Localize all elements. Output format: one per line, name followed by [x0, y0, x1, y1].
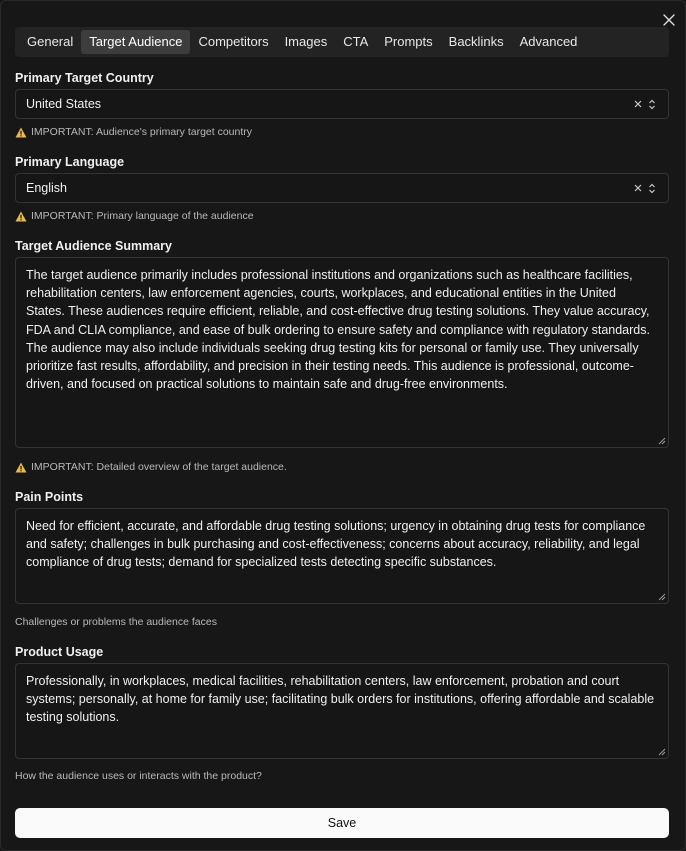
tab-general[interactable]: General [19, 30, 81, 54]
language-select[interactable]: English [15, 173, 669, 203]
language-hint-text: IMPORTANT: Primary language of the audie… [31, 210, 254, 222]
warning-icon [15, 211, 27, 221]
tab-bar: General Target Audience Competitors Imag… [15, 27, 669, 57]
pain-points-hint-text: Challenges or problems the audience face… [15, 616, 217, 628]
resize-handle-icon[interactable] [657, 436, 666, 445]
country-label: Primary Target Country [15, 71, 154, 85]
country-select[interactable]: United States [15, 89, 669, 119]
pain-points-textarea[interactable]: Need for efficient, accurate, and afford… [15, 508, 669, 604]
summary-textarea[interactable]: The target audience primarily includes p… [15, 257, 669, 448]
resize-handle-icon[interactable] [657, 592, 666, 601]
product-usage-label: Product Usage [15, 645, 104, 659]
tab-cta[interactable]: CTA [335, 30, 376, 54]
language-label: Primary Language [15, 155, 125, 169]
close-icon [663, 14, 675, 26]
tab-target-audience[interactable]: Target Audience [81, 30, 191, 54]
country-value: United States [26, 97, 102, 111]
chevron-up-down-icon[interactable] [648, 183, 656, 194]
summary-hint-text: IMPORTANT: Detailed overview of the targ… [31, 461, 287, 473]
settings-modal: General Target Audience Competitors Imag… [0, 0, 686, 851]
tab-prompts[interactable]: Prompts [376, 30, 440, 54]
product-usage-hint-text: How the audience uses or interacts with … [15, 770, 262, 782]
tab-backlinks[interactable]: Backlinks [441, 30, 512, 54]
pain-points-text: Need for efficient, accurate, and afford… [26, 519, 646, 570]
language-value: English [26, 181, 67, 195]
language-hint: IMPORTANT: Primary language of the audie… [15, 210, 254, 222]
product-usage-textarea[interactable]: Professionally, in workplaces, medical f… [15, 663, 669, 759]
product-usage-hint: How the audience uses or interacts with … [15, 770, 262, 782]
country-hint: IMPORTANT: Audience's primary target cou… [15, 126, 252, 138]
save-button[interactable]: Save [15, 808, 669, 838]
chevron-up-down-icon[interactable] [648, 99, 656, 110]
pain-points-label: Pain Points [15, 490, 84, 504]
tab-advanced[interactable]: Advanced [512, 30, 586, 54]
warning-icon [15, 462, 27, 472]
clear-icon[interactable] [634, 100, 642, 108]
summary-text: The target audience primarily includes p… [26, 268, 650, 392]
summary-hint: IMPORTANT: Detailed overview of the targ… [15, 461, 287, 473]
country-hint-text: IMPORTANT: Audience's primary target cou… [31, 126, 253, 138]
resize-handle-icon[interactable] [657, 747, 666, 756]
product-usage-text: Professionally, in workplaces, medical f… [26, 674, 655, 725]
tab-images[interactable]: Images [277, 30, 336, 54]
tab-competitors[interactable]: Competitors [190, 30, 276, 54]
summary-label: Target Audience Summary [15, 239, 172, 253]
clear-icon[interactable] [634, 184, 642, 192]
warning-icon [15, 127, 27, 137]
pain-points-hint: Challenges or problems the audience face… [15, 616, 217, 628]
